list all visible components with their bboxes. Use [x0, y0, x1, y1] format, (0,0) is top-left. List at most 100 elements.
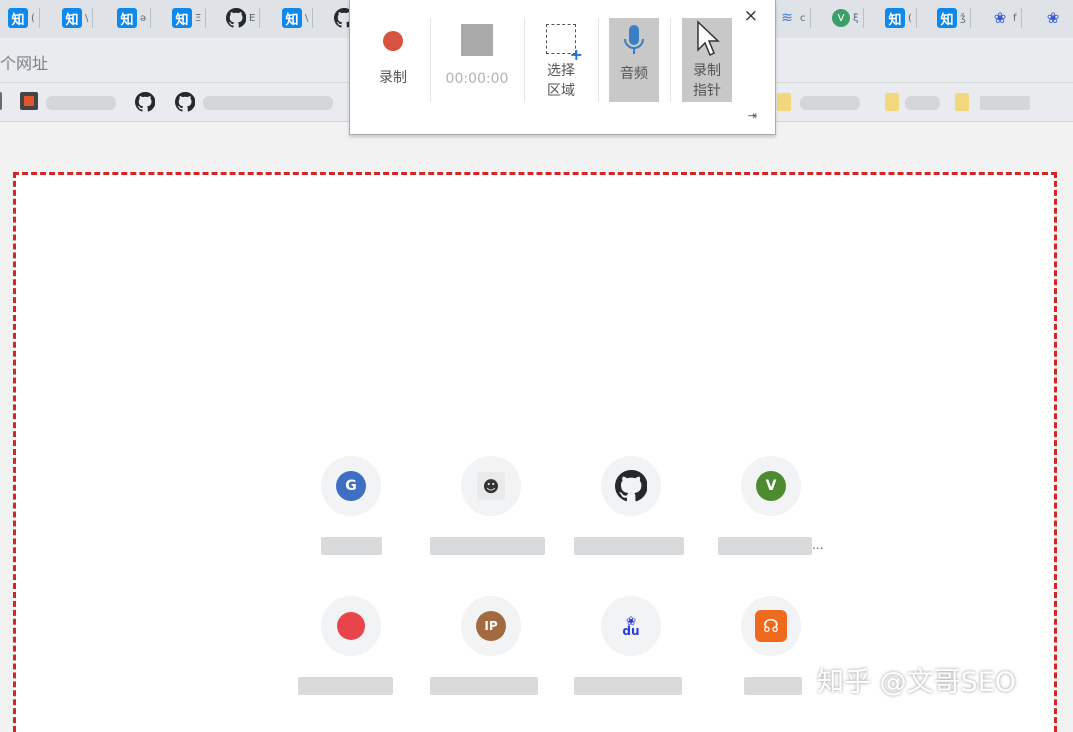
bookmark-folder[interactable]: [955, 93, 969, 111]
zhihu-icon: 知: [937, 8, 957, 28]
tab-baidu[interactable]: ❀ f: [990, 5, 1022, 31]
close-icon[interactable]: ×: [744, 6, 758, 26]
bookmark-label-blurred: [905, 96, 940, 110]
recording-toolbar: 录制 00:00:00 选择 区域 音频 录制 指针 × ⇥: [349, 0, 776, 135]
tab-title: f: [1013, 12, 1017, 24]
select-area-icon: [546, 24, 583, 64]
tab-zhihu-1[interactable]: 知 (: [8, 5, 40, 31]
folder-icon: [777, 93, 791, 111]
record-pointer-toggle[interactable]: 录制 指针: [682, 18, 732, 102]
select-area-label: 区域: [547, 83, 575, 99]
tab-title: (: [908, 12, 912, 24]
audio-toggle[interactable]: 音频: [609, 18, 659, 102]
bookmark-icon: [20, 92, 38, 110]
address-input[interactable]: 个网址: [0, 50, 48, 74]
shortcut-label-blurred: [298, 677, 393, 695]
shortcut-tile[interactable]: IP: [461, 596, 521, 656]
bookmark-icon: [0, 92, 2, 110]
tab-separator: [312, 8, 314, 28]
tab-baidu-2[interactable]: ❀: [1043, 5, 1063, 31]
bookmark-label-blurred: [203, 96, 333, 110]
vue-v-icon: V: [756, 471, 786, 501]
shortcut-tile[interactable]: ☊: [741, 596, 801, 656]
tab-title: c: [800, 12, 806, 24]
tab-layers[interactable]: ≋ c: [777, 5, 811, 31]
github-icon: [226, 8, 246, 28]
audio-label: 音频: [620, 66, 648, 82]
tab-zhihu-7[interactable]: 知 ǯ: [937, 5, 971, 31]
baidu-paw-icon: ❀: [1046, 9, 1060, 27]
bookmark-item[interactable]: [0, 92, 2, 110]
bookmark-github[interactable]: [134, 91, 156, 116]
shortcut-label-blurred: [718, 537, 812, 555]
zhihu-icon: 知: [172, 8, 192, 28]
tab-github[interactable]: E: [226, 5, 261, 31]
tab-title: \: [305, 12, 309, 24]
tab-title: ǯ: [960, 12, 966, 24]
zhihu-icon: 知: [117, 8, 137, 28]
zhihu-icon: 知: [8, 8, 28, 28]
shortcut-tile[interactable]: [321, 596, 381, 656]
bookmark-github-2[interactable]: [174, 91, 196, 116]
tab-separator: [92, 8, 94, 28]
github-icon: [174, 91, 196, 112]
tab-separator: [1020, 8, 1022, 28]
shortcut-label-blurred: [744, 677, 802, 695]
shortcut-tile[interactable]: G: [321, 456, 381, 516]
record-label: 录制: [379, 70, 407, 86]
tab-title: \: [85, 12, 89, 24]
shortcut-label-blurred: [321, 537, 382, 555]
shortcut-label-blurred: [574, 677, 682, 695]
shortcut-label-ellipsis: ...: [812, 538, 824, 552]
zhihu-icon: 知: [282, 8, 302, 28]
bookmark-folder[interactable]: [777, 93, 791, 111]
tab-separator: [259, 8, 261, 28]
bookmark-label-blurred: [980, 96, 1030, 110]
bookmark-label-blurred: [800, 96, 860, 110]
tab-zhihu-5[interactable]: 知 \: [282, 5, 314, 31]
google-g-icon: G: [336, 471, 366, 501]
capture-region[interactable]: [13, 172, 1057, 732]
shortcut-label-blurred: [574, 537, 684, 555]
cursor-icon: [697, 20, 720, 57]
music-app-icon: ☊: [755, 610, 787, 642]
record-pointer-label: 指针: [693, 83, 721, 99]
record-icon: [383, 31, 403, 51]
stop-icon: [461, 24, 493, 56]
ip-icon: IP: [476, 611, 506, 641]
tab-zhihu-3[interactable]: 知 ǝ: [117, 5, 152, 31]
shortcut-tile[interactable]: ☻: [461, 456, 521, 516]
vue-icon: V: [832, 9, 850, 27]
toolbar-divider: [430, 18, 431, 102]
shortcut-tile[interactable]: [601, 456, 661, 516]
stop-button[interactable]: 00:00:00: [442, 18, 512, 102]
record-button[interactable]: 录制: [368, 18, 418, 102]
github-icon: [615, 470, 647, 502]
baidu-paw-icon: ❀: [993, 9, 1007, 27]
shortcut-tile[interactable]: ❀ du: [601, 596, 661, 656]
microphone-icon: [624, 25, 644, 54]
layers-icon: ≋: [781, 10, 793, 26]
tab-separator: [915, 8, 917, 28]
bookmark-folder[interactable]: [885, 93, 899, 111]
tab-title: (: [31, 12, 35, 24]
tab-separator: [862, 8, 864, 28]
tab-separator: [809, 8, 811, 28]
folder-icon: [955, 93, 969, 111]
tab-title: Ξ: [195, 12, 202, 24]
tab-vue[interactable]: V ξ: [832, 5, 864, 31]
tab-zhihu-2[interactable]: 知 \: [62, 5, 94, 31]
select-area-button[interactable]: 选择 区域: [535, 18, 587, 102]
red-shape-icon: [337, 612, 365, 640]
du-text: du: [622, 624, 640, 638]
zhihu-icon: 知: [885, 8, 905, 28]
tab-zhihu-6[interactable]: 知 (: [885, 5, 917, 31]
recording-timer: 00:00:00: [445, 71, 509, 87]
watermark: 知乎 @文哥SEO: [817, 667, 1017, 698]
shortcut-tile[interactable]: V: [741, 456, 801, 516]
bookmark-item[interactable]: [20, 92, 38, 110]
github-icon: [134, 91, 156, 112]
tab-zhihu-4[interactable]: 知 Ξ: [172, 5, 207, 31]
pin-icon[interactable]: ⇥: [748, 109, 757, 122]
bookmark-label-blurred: [46, 96, 116, 110]
